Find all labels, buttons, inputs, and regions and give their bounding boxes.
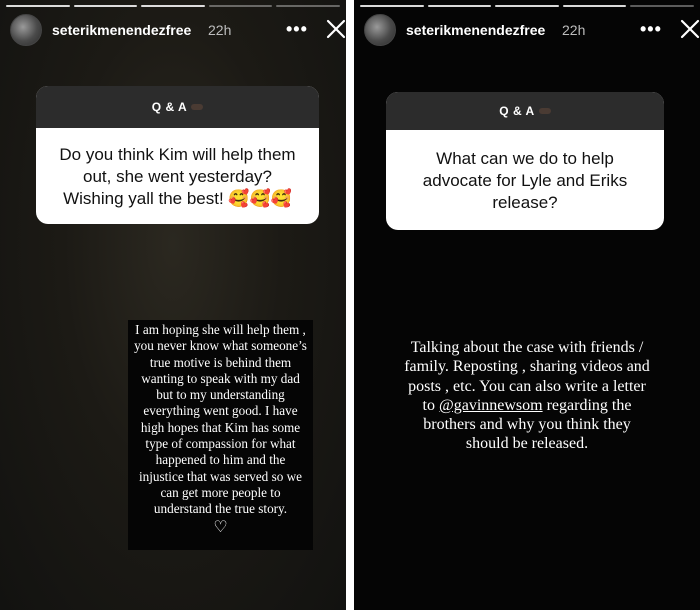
qa-sticker: Q & A Do you think Kim will help them ou… bbox=[36, 86, 319, 224]
progress-segment bbox=[141, 5, 205, 7]
story-header: seterikmenendezfree 22h ••• bbox=[364, 14, 700, 48]
avatar[interactable] bbox=[364, 14, 396, 46]
heart-icon: ♡ bbox=[213, 518, 228, 536]
username[interactable]: seterikmenendezfree bbox=[406, 22, 545, 38]
mention-link[interactable]: @gavinnewsom bbox=[439, 397, 543, 414]
close-button[interactable] bbox=[324, 17, 346, 41]
progress-segment bbox=[360, 5, 424, 7]
progress-segment bbox=[6, 5, 70, 7]
progress-segment bbox=[630, 5, 694, 7]
close-button[interactable] bbox=[678, 17, 700, 41]
qa-header: Q & A bbox=[36, 86, 319, 128]
progress-segment bbox=[276, 5, 340, 7]
more-options-button[interactable]: ••• bbox=[640, 19, 662, 40]
qa-sticker: Q & A What can we do to help advocate fo… bbox=[386, 92, 664, 230]
progress-segment bbox=[562, 5, 627, 7]
story-progress-bar bbox=[360, 5, 694, 7]
story-header: seterikmenendezfree 22h ••• bbox=[10, 14, 346, 48]
story-panel-right[interactable]: seterikmenendezfree 22h ••• Q & A What c… bbox=[354, 0, 700, 610]
timestamp: 22h bbox=[208, 22, 232, 38]
username[interactable]: seterikmenendezfree bbox=[52, 22, 191, 38]
progress-segment bbox=[495, 5, 559, 7]
answer-text: I am hoping she will help them , you nev… bbox=[134, 322, 307, 517]
close-icon bbox=[680, 19, 700, 39]
qa-header: Q & A bbox=[386, 92, 664, 130]
qa-question: What can we do to help advocate for Lyle… bbox=[422, 149, 628, 212]
qa-label: Q & A bbox=[499, 104, 535, 118]
close-icon bbox=[326, 19, 346, 39]
qa-label: Q & A bbox=[151, 100, 188, 114]
answer-text: Talking about the case with friends / fa… bbox=[404, 338, 650, 454]
heart-sticker-icon bbox=[538, 106, 551, 116]
timestamp: 22h bbox=[562, 22, 586, 38]
progress-segment bbox=[427, 5, 492, 7]
answer-text-box: I am hoping she will help them , you nev… bbox=[128, 320, 313, 550]
progress-segment bbox=[73, 5, 138, 7]
progress-segment bbox=[208, 5, 273, 7]
heart-sticker-icon bbox=[191, 102, 204, 112]
more-options-button[interactable]: ••• bbox=[286, 19, 308, 40]
avatar[interactable] bbox=[10, 14, 42, 46]
story-progress-bar bbox=[6, 5, 340, 7]
qa-question: Do you think Kim will help them out, she… bbox=[59, 145, 296, 208]
story-panel-left[interactable]: seterikmenendezfree 22h ••• Q & A Do you… bbox=[0, 0, 346, 610]
